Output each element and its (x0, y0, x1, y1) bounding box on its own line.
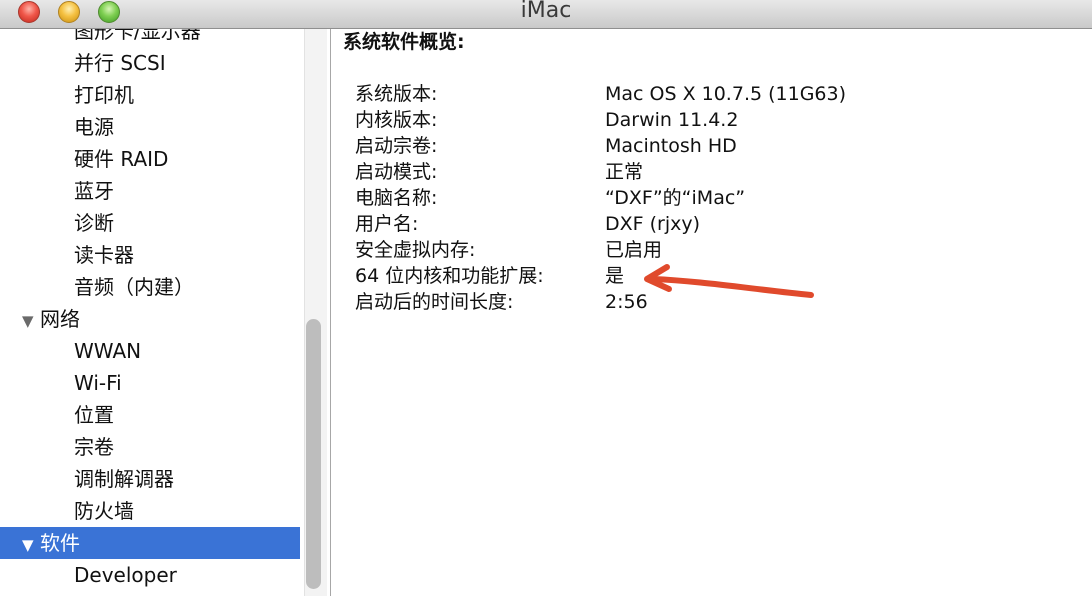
sidebar-item-label: 读卡器 (74, 243, 134, 267)
sidebar-group[interactable]: ▼ 网络 (0, 303, 300, 335)
sidebar-item-label: 电源 (74, 115, 114, 139)
sidebar-item[interactable]: 蓝牙 (0, 175, 300, 207)
sidebar-item[interactable]: WWAN (0, 335, 300, 367)
sidebar-item[interactable]: 防火墙 (0, 495, 300, 527)
sidebar-item[interactable]: 图形卡/显示器 (0, 29, 300, 47)
scrollbar-thumb[interactable] (306, 319, 321, 589)
sidebar-item-label: WWAN (74, 339, 142, 363)
sidebar-item[interactable]: 电源 (0, 111, 300, 143)
main-content: 系统软件概览: 系统版本: Mac OS X 10.7.5 (11G63) 内核版本… (331, 29, 1092, 596)
disclosure-triangle-icon[interactable]: ▼ (22, 305, 40, 337)
sidebar-item[interactable]: Developer (0, 559, 300, 591)
sidebar-item-label: Wi-Fi (74, 371, 122, 395)
sidebar-item-label: 打印机 (74, 83, 134, 107)
sidebar-item[interactable]: 硬件 RAID (0, 143, 300, 175)
sidebar-item-label: 防火墙 (74, 499, 134, 523)
sidebar-item[interactable]: 读卡器 (0, 239, 300, 271)
sidebar-item-label: 并行 SCSI (74, 51, 166, 75)
sidebar-item[interactable]: 并行 SCSI (0, 47, 300, 79)
sidebar-item[interactable]: 调制解调器 (0, 463, 300, 495)
sidebar-item-label: 蓝牙 (74, 179, 114, 203)
sidebar-item-label: 诊断 (74, 211, 114, 235)
sidebar-item[interactable]: 音频（内建） (0, 271, 300, 303)
sidebar-item-label: 图形卡/显示器 (74, 29, 201, 43)
title-bar: iMac (0, 0, 1092, 29)
sidebar-item[interactable]: Wi-Fi (0, 367, 300, 399)
sidebar-item[interactable]: 诊断 (0, 207, 300, 239)
sidebar-item-label: 软件 (40, 531, 80, 555)
sidebar-item-label: 宗卷 (74, 435, 114, 459)
sidebar-item-label: 位置 (74, 403, 114, 427)
sidebar-item[interactable]: 宗卷 (0, 431, 300, 463)
window-title: iMac (520, 0, 572, 23)
sidebar-item-label: Developer (74, 563, 177, 587)
disclosure-triangle-icon[interactable]: ▼ (22, 529, 40, 561)
sidebar-item[interactable]: 位置 (0, 399, 300, 431)
sidebar-item-label: 硬件 RAID (74, 147, 169, 171)
sidebar-item-label: 调制解调器 (74, 467, 174, 491)
sidebar-item-label: 音频（内建） (74, 275, 194, 299)
sidebar-item-label: 网络 (40, 307, 80, 331)
sidebar-list: 图形卡/显示器并行 SCSI 打印机电源硬件 RAID 蓝牙诊断读卡器音频（内建） ▼… (0, 29, 300, 591)
sidebar: 图形卡/显示器并行 SCSI 打印机电源硬件 RAID 蓝牙诊断读卡器音频（内建） ▼… (0, 29, 330, 596)
sidebar-item[interactable]: 打印机 (0, 79, 300, 111)
red-arrow-icon (644, 264, 814, 298)
sidebar-group[interactable]: ▼ 软件 (0, 527, 300, 559)
